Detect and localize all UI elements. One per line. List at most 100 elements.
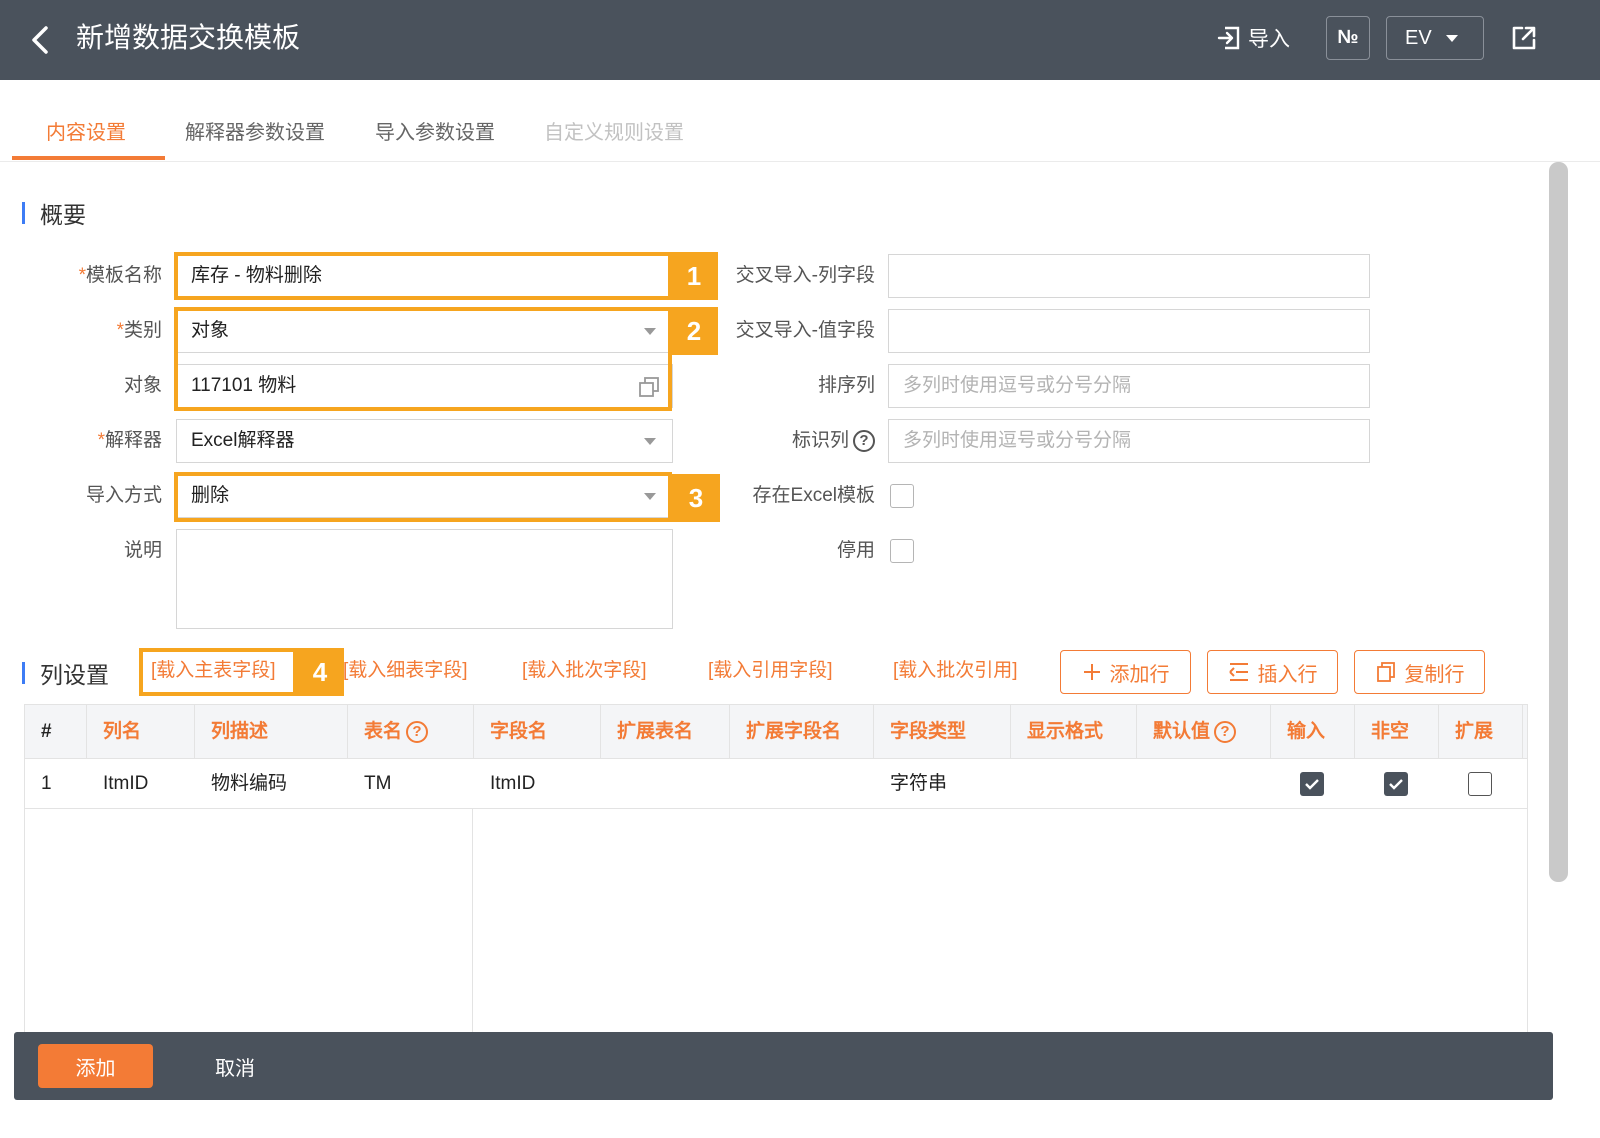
tab-parser-settings[interactable]: 解释器参数设置 [185, 116, 325, 145]
parser-label-text: 解释器 [104, 430, 162, 451]
help-icon[interactable]: ? [853, 429, 875, 452]
header-field-type[interactable]: 字段类型 [874, 705, 1011, 759]
tab-import-settings[interactable]: 导入参数设置 [375, 116, 495, 145]
cell-field-name[interactable]: ItmID [474, 759, 601, 809]
cell-field-type[interactable]: 字符串 [874, 759, 1011, 809]
object-label: 对象 [123, 375, 162, 396]
caret-down-icon [644, 493, 656, 500]
template-name-input[interactable]: 库存 - 物料删除 [176, 254, 673, 298]
header-not-null[interactable]: 非空 [1355, 705, 1439, 759]
disabled-label: 停用 [836, 540, 875, 561]
insert-row-button[interactable]: 插入行 [1207, 650, 1338, 694]
cell-table-name[interactable]: TM [348, 759, 474, 809]
caret-down-icon [644, 438, 656, 445]
cell-default-value[interactable] [1137, 759, 1271, 809]
callout-badge-2: 2 [670, 307, 718, 355]
help-icon[interactable]: ? [1214, 720, 1237, 743]
sort-col-input[interactable]: 多列时使用逗号或分号分隔 [888, 364, 1370, 408]
vertical-scrollbar[interactable] [1549, 162, 1568, 882]
required-mark: * [97, 430, 105, 451]
header-field-name[interactable]: 字段名 [474, 705, 601, 759]
insert-row-label: 插入行 [1257, 663, 1318, 686]
header-display-format[interactable]: 显示格式 [1011, 705, 1137, 759]
object-picker[interactable]: 117101 物料 [176, 364, 673, 408]
cross-val-input[interactable] [888, 309, 1370, 353]
not-null-checkbox[interactable] [1384, 772, 1408, 796]
excel-template-checkbox[interactable] [890, 484, 914, 508]
tab-content-settings[interactable]: 内容设置 [46, 116, 126, 145]
category-select[interactable]: 对象 [176, 309, 673, 353]
object-value: 117101 物料 [191, 375, 297, 396]
table-row[interactable]: 1 ItmID 物料编码 TM ItmID 字符串 [25, 759, 1527, 809]
columns-section-title: 列设置 [22, 656, 109, 690]
cell-ext-table[interactable] [601, 759, 730, 809]
number-label: № [1337, 27, 1359, 48]
category-value: 对象 [191, 320, 230, 341]
cell-ext-field[interactable] [730, 759, 874, 809]
header-default-value-text: 默认值 [1153, 721, 1211, 742]
add-button[interactable]: 添加 [38, 1044, 153, 1088]
sort-col-label: 排序列 [817, 375, 875, 396]
cell-number: 1 [41, 773, 52, 794]
import-button[interactable]: 导入 [1216, 20, 1290, 56]
import-mode-value: 删除 [191, 485, 230, 506]
back-button[interactable] [22, 20, 58, 60]
copy-icon[interactable] [638, 376, 660, 398]
header-table-name-text: 表名 [364, 721, 403, 742]
overview-section-title: 概要 [22, 196, 86, 230]
disabled-checkbox[interactable] [890, 539, 914, 563]
columns-title-text: 列设置 [40, 662, 109, 688]
cell-display-format[interactable] [1011, 759, 1137, 809]
import-icon [1217, 26, 1240, 50]
open-external-button[interactable] [1508, 22, 1540, 54]
load-batch-fields-link[interactable]: [载入批次字段] [522, 656, 647, 686]
input-checkbox[interactable] [1300, 772, 1324, 796]
copy-row-label: 复制行 [1404, 663, 1465, 686]
language-label: EV [1405, 26, 1432, 49]
description-textarea[interactable] [176, 529, 673, 629]
help-icon[interactable]: ? [406, 720, 429, 743]
table-header: # 列名 列描述 表名? 字段名 扩展表名 扩展字段名 字段类型 显示格式 默认… [25, 705, 1527, 759]
language-dropdown[interactable]: EV [1386, 16, 1484, 60]
callout-badge-3: 3 [672, 474, 720, 522]
id-col-label: 标识列? [700, 419, 875, 463]
columns-table: # 列名 列描述 表名? 字段名 扩展表名 扩展字段名 字段类型 显示格式 默认… [24, 704, 1528, 1038]
header-default-value[interactable]: 默认值? [1137, 705, 1271, 759]
import-mode-select[interactable]: 删除 [176, 474, 673, 518]
header-ext-field[interactable]: 扩展字段名 [730, 705, 874, 759]
caret-down-icon [644, 328, 656, 335]
excel-template-label: 存在Excel模板 [752, 485, 875, 506]
load-main-fields-link[interactable]: [载入主表字段] [151, 656, 276, 686]
copy-row-button[interactable]: 复制行 [1354, 650, 1485, 694]
callout-badge-4: 4 [296, 648, 344, 696]
tab-bar: 内容设置 解释器参数设置 导入参数设置 自定义规则设置 [0, 80, 1600, 162]
required-mark: * [78, 265, 86, 286]
load-detail-fields-link[interactable]: [载入细表字段] [343, 656, 468, 686]
header-table-name[interactable]: 表名? [348, 705, 474, 759]
cancel-button[interactable]: 取消 [204, 1044, 266, 1088]
header-col-name[interactable]: 列名 [87, 705, 195, 759]
checkmark-icon [1389, 779, 1403, 790]
header-input[interactable]: 输入 [1271, 705, 1355, 759]
id-col-input[interactable]: 多列时使用逗号或分号分隔 [888, 419, 1370, 463]
cross-col-input[interactable] [888, 254, 1370, 298]
header-extend[interactable]: 扩展 [1439, 705, 1523, 759]
parser-select[interactable]: Excel解释器 [176, 419, 673, 463]
callout-badge-1: 1 [670, 252, 718, 300]
cell-col-name[interactable]: ItmID [87, 759, 195, 809]
cell-col-desc[interactable]: 物料编码 [195, 759, 348, 809]
number-button[interactable]: № [1326, 16, 1370, 60]
chevron-left-icon [32, 26, 48, 54]
header-ext-table[interactable]: 扩展表名 [601, 705, 730, 759]
add-row-button[interactable]: 添加行 [1060, 650, 1191, 694]
copy-icon [1376, 662, 1395, 682]
plus-icon [1083, 664, 1100, 680]
add-row-label: 添加行 [1109, 663, 1170, 686]
bottom-action-bar: 添加 取消 [14, 1032, 1553, 1100]
header-col-desc[interactable]: 列描述 [195, 705, 348, 759]
external-link-icon [1512, 26, 1536, 50]
insert-row-icon [1228, 663, 1248, 681]
load-reference-fields-link[interactable]: [载入引用字段] [708, 656, 833, 686]
extend-checkbox[interactable] [1468, 772, 1492, 796]
load-batch-reference-link[interactable]: [载入批次引用] [893, 656, 1018, 686]
